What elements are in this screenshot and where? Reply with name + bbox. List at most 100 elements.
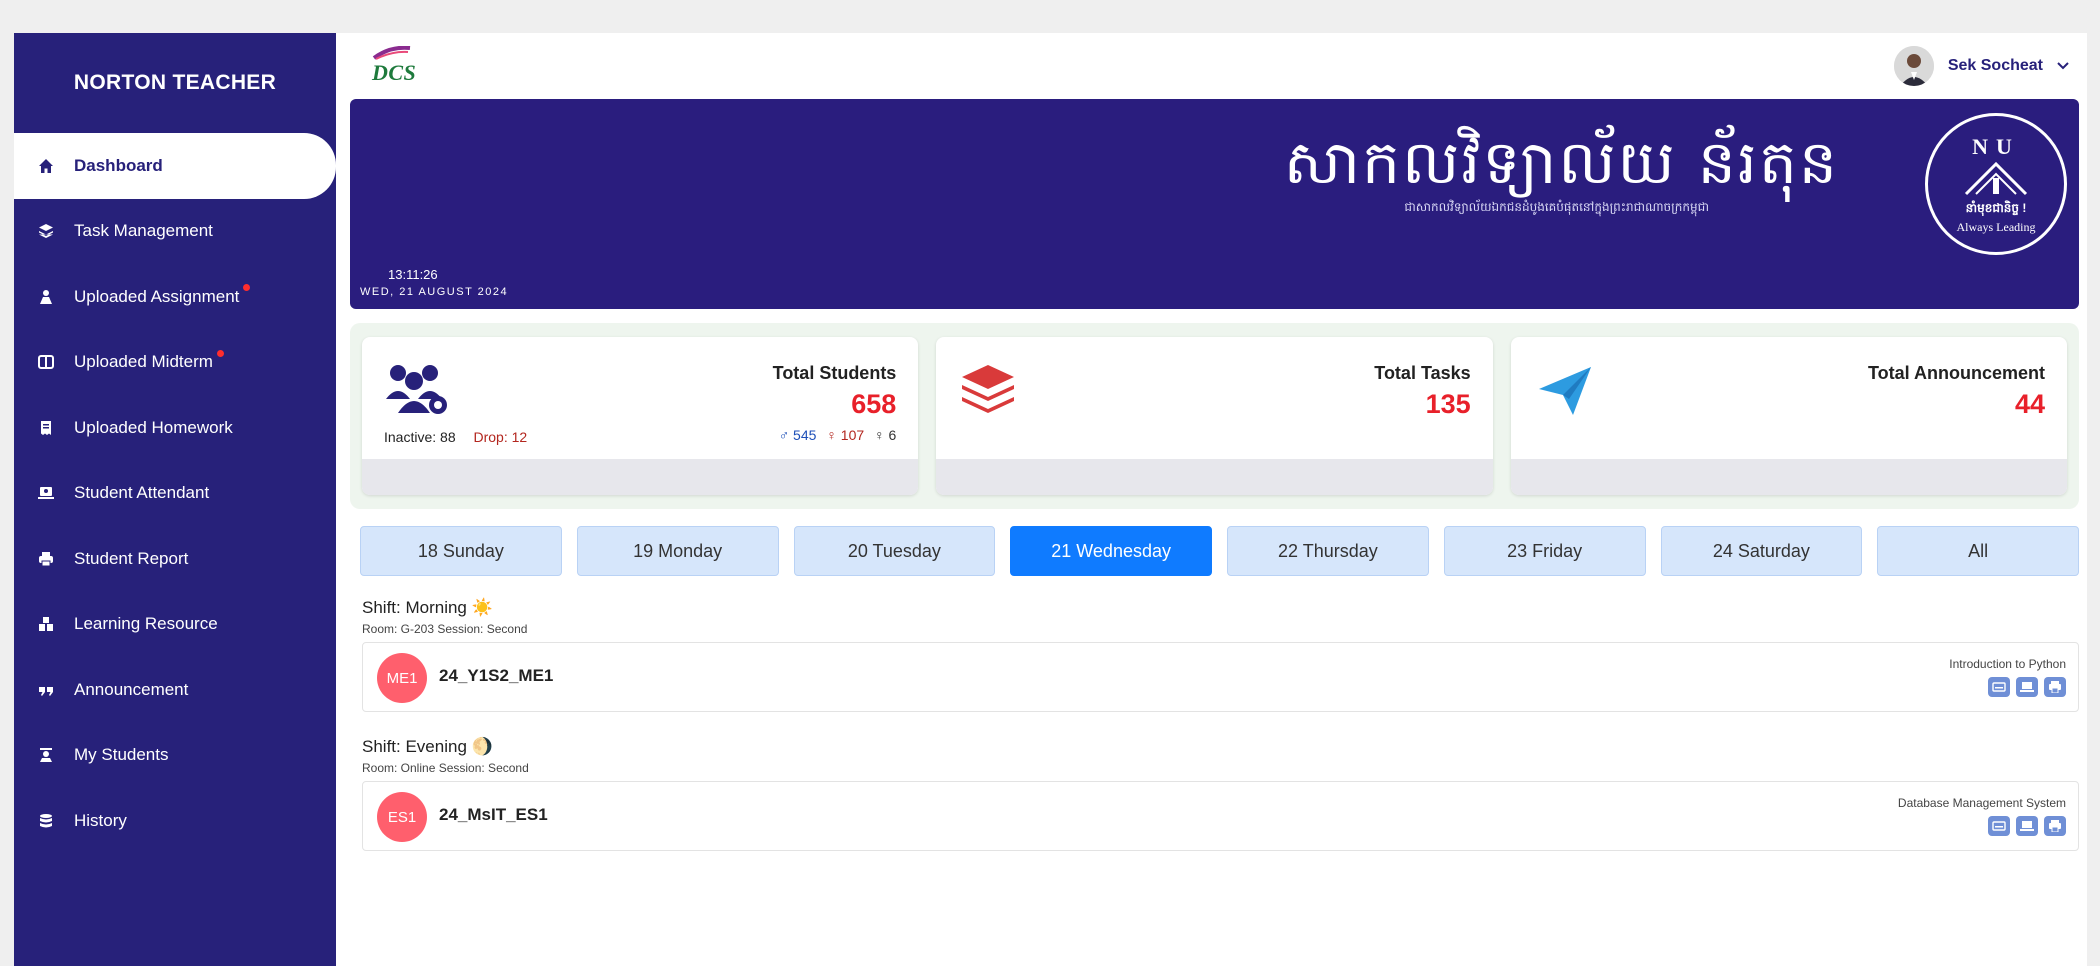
user-menu[interactable]: Sek Socheat bbox=[1893, 46, 2069, 86]
sidebar-item-history[interactable]: History bbox=[14, 788, 336, 854]
laptop-icon bbox=[36, 483, 56, 503]
shift-evening: Shift: Evening 🌖 Room: Online Session: S… bbox=[362, 737, 2079, 851]
student-inactive-drop: Inactive: 88 Drop: 12 bbox=[384, 429, 527, 445]
course-name: Database Management System bbox=[1897, 796, 2066, 810]
stat-value: 135 bbox=[1425, 389, 1471, 419]
day-tab-tuesday[interactable]: 20 Tuesday bbox=[793, 526, 996, 576]
drop-count: Drop: 12 bbox=[473, 429, 528, 445]
clock: 13:11:26 WED, 21 AUGUST 2024 bbox=[360, 267, 508, 298]
gender-breakdown: ♂ 545 ♀ 107 ♀ 6 bbox=[779, 427, 897, 443]
shift-title: Shift: Morning ☀️ bbox=[362, 598, 493, 617]
sidebar-item-label: Announcement bbox=[74, 679, 189, 699]
day-tab-wednesday[interactable]: 21 Wednesday bbox=[1010, 526, 1212, 576]
class-actions bbox=[1988, 816, 2066, 836]
stat-label: Total Tasks bbox=[1374, 363, 1471, 383]
boxes-icon bbox=[36, 614, 56, 634]
chevron-down-icon bbox=[2057, 57, 2069, 75]
sidebar-item-label: Dashboard bbox=[74, 155, 163, 175]
stat-card-footer bbox=[362, 459, 919, 495]
sidebar-item-learning-resource[interactable]: Learning Resource bbox=[14, 592, 336, 658]
dcs-logo[interactable]: DCS bbox=[372, 46, 416, 86]
sidebar-item-uploaded-homework[interactable]: Uploaded Homework bbox=[14, 395, 336, 461]
database-icon bbox=[36, 811, 56, 831]
keyboard-icon[interactable] bbox=[1988, 677, 2010, 697]
class-name: 24_MsIT_ES1 bbox=[439, 805, 548, 824]
sidebar-item-uploaded-midterm[interactable]: Uploaded Midterm bbox=[14, 330, 336, 396]
class-badge: ME1 bbox=[377, 653, 427, 703]
sidebar-item-label: History bbox=[74, 810, 127, 830]
receipt-icon bbox=[36, 418, 56, 438]
class-badge: ES1 bbox=[377, 792, 427, 842]
keyboard-icon[interactable] bbox=[1988, 816, 2010, 836]
columns-icon bbox=[36, 352, 56, 372]
day-tab-saturday[interactable]: 24 Saturday bbox=[1660, 526, 1863, 576]
laptop-icon[interactable] bbox=[2016, 677, 2038, 697]
printer-icon bbox=[36, 549, 56, 569]
stats-panel: Total Students 658 Inactive: 88 Drop: 12… bbox=[350, 323, 2079, 509]
app-frame: NORTON TEACHER Dashboard Task Management… bbox=[14, 33, 2087, 966]
notification-dot bbox=[243, 284, 251, 292]
logo-text: DCS bbox=[372, 60, 417, 85]
sidebar-item-uploaded-assignment[interactable]: Uploaded Assignment bbox=[14, 264, 336, 330]
stat-label: Total Announcement bbox=[1867, 363, 2045, 383]
day-tab-all[interactable]: All bbox=[1877, 526, 2079, 576]
stat-card-footer bbox=[1510, 459, 2067, 495]
topbar: DCS Sek Socheat bbox=[336, 33, 2087, 99]
seal-emblem-icon bbox=[1964, 161, 2028, 195]
sidebar-item-label: Learning Resource bbox=[74, 614, 218, 634]
users-icon bbox=[36, 287, 56, 307]
day-tab-monday[interactable]: 19 Monday bbox=[576, 526, 779, 576]
sidebar-item-label: Uploaded Midterm bbox=[74, 352, 213, 372]
seal-letters: NU bbox=[1972, 133, 2020, 159]
sidebar: NORTON TEACHER Dashboard Task Management… bbox=[14, 33, 336, 966]
user-name: Sek Socheat bbox=[1947, 57, 2043, 74]
shift-title: Shift: Evening 🌖 bbox=[362, 737, 493, 756]
stat-value: 44 bbox=[2014, 389, 2045, 419]
seal-english-motto: Always Leading bbox=[1956, 219, 2036, 234]
university-subtitle: ជាសាកលវិទ្យាល័យឯកជនដំបូងគេបំផុតនៅក្នុងព្… bbox=[1404, 200, 1709, 214]
stat-card-tasks[interactable]: Total Tasks 135 bbox=[936, 337, 1493, 495]
class-row[interactable]: ME1 24_Y1S2_ME1 Introduction to Python bbox=[362, 642, 2079, 712]
stat-card-students[interactable]: Total Students 658 Inactive: 88 Drop: 12… bbox=[362, 337, 919, 495]
printer-icon[interactable] bbox=[2044, 677, 2066, 697]
sidebar-item-label: Task Management bbox=[74, 221, 213, 241]
printer-icon[interactable] bbox=[2044, 816, 2066, 836]
sidebar-brand: NORTON TEACHER bbox=[73, 71, 277, 94]
inactive-count: Inactive: 88 bbox=[384, 429, 456, 445]
other-count: ♀ 6 bbox=[874, 427, 897, 443]
day-tab-sunday[interactable]: 18 Sunday bbox=[360, 526, 562, 576]
class-row[interactable]: ES1 24_MsIT_ES1 Database Management Syst… bbox=[362, 781, 2079, 851]
shift-meta: Room: Online Session: Second bbox=[362, 761, 529, 775]
shift-morning: Shift: Morning ☀️ Room: G-203 Session: S… bbox=[362, 598, 2079, 712]
day-tab-thursday[interactable]: 22 Thursday bbox=[1227, 526, 1429, 576]
shift-meta: Room: G-203 Session: Second bbox=[362, 622, 528, 636]
sidebar-item-task-management[interactable]: Task Management bbox=[14, 199, 336, 265]
university-banner: សាកលវិទ្យាល័យ ន័រតុន ជាសាកលវិទ្យាល័យឯកជន… bbox=[350, 99, 2079, 309]
stat-value: 658 bbox=[851, 389, 897, 419]
sidebar-item-student-attendant[interactable]: Student Attendant bbox=[14, 461, 336, 527]
laptop-icon[interactable] bbox=[2016, 816, 2038, 836]
seal-khmer-motto: នាំមុខជានិច្ច ! bbox=[1965, 200, 2027, 215]
home-icon bbox=[36, 156, 56, 176]
sidebar-item-label: Student Attendant bbox=[74, 483, 210, 503]
day-tab-friday[interactable]: 23 Friday bbox=[1443, 526, 1646, 576]
teacher-icon bbox=[36, 745, 56, 765]
female-count: ♀ 107 bbox=[826, 427, 865, 443]
sidebar-item-label: Student Report bbox=[74, 548, 189, 568]
stat-card-footer bbox=[936, 459, 1493, 495]
sidebar-item-announcement[interactable]: Announcement bbox=[14, 657, 336, 723]
class-actions bbox=[1988, 677, 2066, 697]
sidebar-item-label: Uploaded Assignment bbox=[74, 286, 240, 306]
stat-card-announcements[interactable]: Total Announcement 44 bbox=[1510, 337, 2067, 495]
sidebar-item-student-report[interactable]: Student Report bbox=[14, 526, 336, 592]
sidebar-item-label: My Students bbox=[74, 745, 169, 765]
course-name: Introduction to Python bbox=[1949, 657, 2066, 671]
sidebar-item-dashboard[interactable]: Dashboard bbox=[14, 133, 336, 199]
clock-date: WED, 21 AUGUST 2024 bbox=[360, 286, 509, 298]
students-group-icon bbox=[386, 365, 447, 414]
stat-label: Total Students bbox=[772, 363, 897, 383]
logo-swoosh-icon bbox=[372, 46, 411, 60]
quote-icon bbox=[36, 680, 56, 700]
sidebar-item-my-students[interactable]: My Students bbox=[14, 723, 336, 789]
paper-plane-icon bbox=[1538, 367, 1591, 415]
